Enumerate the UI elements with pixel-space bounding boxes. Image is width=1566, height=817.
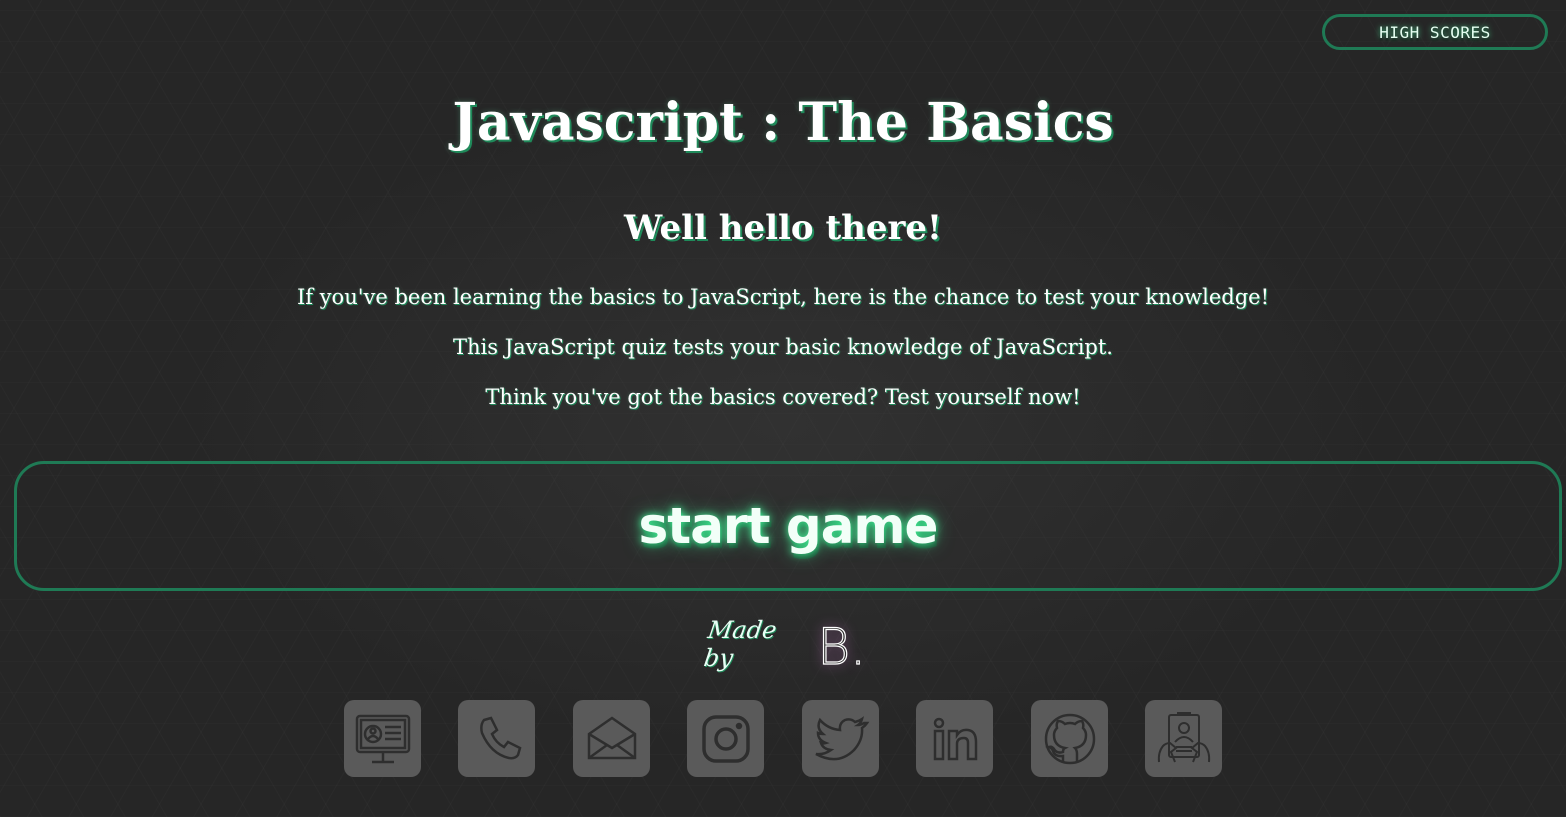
twitter-link[interactable]	[802, 700, 879, 777]
intro-paragraph-1: If you've been learning the basics to Ja…	[296, 285, 1270, 309]
linkedin-icon	[933, 717, 977, 760]
linkedin-link[interactable]	[916, 700, 993, 777]
twitter-icon	[814, 715, 869, 760]
made-by-credit: Made by B.	[702, 616, 867, 682]
phone-icon	[479, 716, 521, 759]
author-logo[interactable]: B.	[817, 621, 867, 672]
welcome-heading: Well hello there!	[624, 208, 942, 248]
social-links	[0, 700, 1566, 778]
github-icon	[1044, 713, 1095, 764]
phone-link[interactable]	[458, 700, 535, 777]
instagram-icon	[701, 714, 750, 763]
resume-icon	[1157, 711, 1210, 762]
github-link[interactable]	[1031, 700, 1108, 777]
made-by-text: Made by	[702, 616, 779, 672]
portfolio-link[interactable]	[344, 700, 421, 777]
start-game-button[interactable]: start game	[14, 461, 1562, 591]
portfolio-icon	[355, 714, 410, 763]
instagram-link[interactable]	[687, 700, 764, 777]
email-link[interactable]	[573, 700, 650, 777]
intro-paragraph-2: This JavaScript quiz tests your basic kn…	[453, 335, 1113, 359]
intro-paragraph-3: Think you've got the basics covered? Tes…	[485, 385, 1081, 409]
start-game-label: start game	[638, 497, 939, 555]
high-scores-button[interactable]: HIGH SCORES	[1322, 14, 1548, 50]
resume-link[interactable]	[1145, 700, 1222, 777]
email-icon	[587, 715, 636, 759]
page-title: Javascript : The Basics	[452, 92, 1114, 153]
